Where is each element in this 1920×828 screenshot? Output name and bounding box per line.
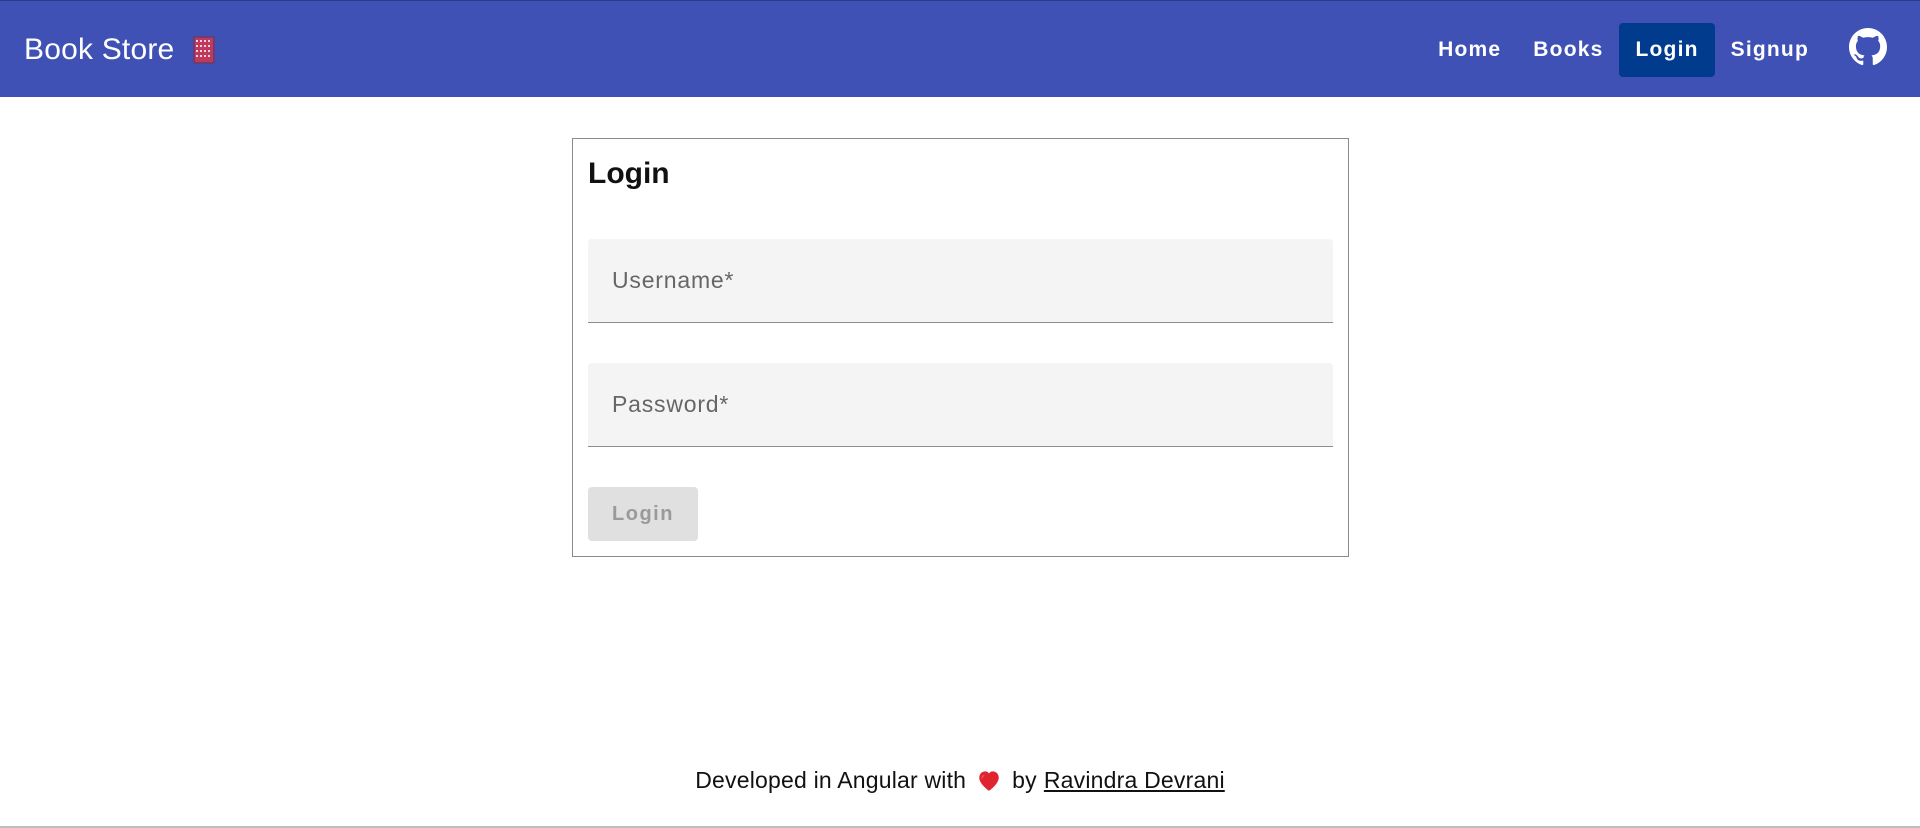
nav-login[interactable]: Login — [1619, 22, 1715, 77]
author-link[interactable]: Ravindra Devrani — [1044, 767, 1225, 794]
nav-books[interactable]: Books — [1517, 23, 1619, 77]
footer-prefix: Developed in Angular with — [695, 766, 967, 793]
heart-icon — [976, 768, 1002, 792]
login-card: Login Login — [572, 138, 1349, 557]
top-toolbar: Book Store Home Books Login Signup — [0, 0, 1920, 97]
nav-signup[interactable]: Signup — [1715, 23, 1825, 77]
footer: Developed in Angular with by Ravindra De… — [0, 765, 1920, 795]
brand-title: Book Store — [24, 32, 175, 66]
github-icon — [1849, 28, 1887, 71]
username-field-wrapper — [588, 239, 1333, 323]
github-link[interactable] — [1843, 23, 1893, 77]
main-nav: Home Books Login Signup — [1422, 1, 1920, 98]
username-input[interactable] — [588, 239, 1333, 322]
login-submit-button[interactable]: Login — [588, 487, 698, 541]
books-icon — [192, 35, 216, 65]
login-title: Login — [588, 157, 670, 190]
brand[interactable]: Book Store — [24, 1, 216, 98]
password-field-wrapper — [588, 363, 1333, 447]
nav-home[interactable]: Home — [1422, 23, 1517, 77]
footer-by: by — [1012, 766, 1037, 793]
password-input[interactable] — [588, 363, 1333, 446]
